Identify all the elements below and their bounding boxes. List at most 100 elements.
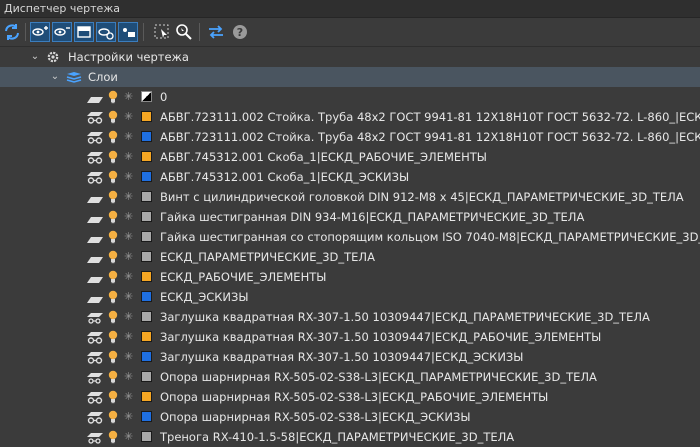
freeze-sun-icon[interactable]: ✳ <box>124 190 133 204</box>
layer-visibility-icon[interactable] <box>86 411 104 427</box>
freeze-sun-icon[interactable]: ✳ <box>124 130 133 144</box>
lightbulb-icon[interactable] <box>107 370 119 387</box>
layer-color-swatch[interactable] <box>141 331 152 342</box>
freeze-sun-icon[interactable]: ✳ <box>124 170 133 184</box>
layer-color-swatch[interactable] <box>141 131 152 142</box>
lightbulb-icon[interactable] <box>107 270 119 287</box>
freeze-layers-icon[interactable] <box>96 22 116 42</box>
layer-visibility-icon[interactable] <box>86 331 104 347</box>
lock-layers-icon[interactable] <box>74 22 94 42</box>
freeze-sun-icon[interactable]: ✳ <box>124 210 133 224</box>
layer-plane-icon[interactable] <box>86 272 104 287</box>
layer-row[interactable]: ✳ Винт с цилиндрической головкой DIN 912-… <box>0 187 700 207</box>
layer-visibility-icon[interactable] <box>86 151 104 167</box>
layer-color-swatch[interactable] <box>141 211 152 222</box>
lightbulb-icon[interactable] <box>107 250 119 267</box>
lightbulb-icon[interactable] <box>107 190 119 207</box>
layer-visibility-icon[interactable] <box>86 351 104 367</box>
lightbulb-icon[interactable] <box>107 230 119 247</box>
refresh-icon[interactable] <box>2 22 22 42</box>
layer-color-swatch[interactable] <box>141 391 152 402</box>
layer-color-swatch[interactable] <box>141 251 152 262</box>
layer-plane-icon[interactable] <box>86 92 104 107</box>
layer-row[interactable]: ✳ Гайка шестигранная DIN 934-M16|ЕСКД_ПАР… <box>0 207 700 227</box>
lightbulb-icon[interactable] <box>107 390 119 407</box>
layer-row[interactable]: ✳ ЕСКД_РАБОЧИЕ_ЭЛЕМЕНТЫ <box>0 267 700 287</box>
layer-row[interactable]: ✳ Опора шарнирная RX-505-02-S38-L3|ЕСКД_Р… <box>0 387 700 407</box>
freeze-sun-icon[interactable]: ✳ <box>124 370 133 384</box>
freeze-sun-icon[interactable]: ✳ <box>124 350 133 364</box>
layer-visibility-icon[interactable] <box>86 111 104 127</box>
freeze-sun-icon[interactable]: ✳ <box>124 90 133 104</box>
layer-color-swatch[interactable] <box>141 271 152 282</box>
show-layers-icon[interactable] <box>30 22 50 42</box>
layer-visibility-icon[interactable] <box>86 171 104 187</box>
layer-row[interactable]: ✳ ЕСКД_ПАРАМЕТРИЧЕСКИЕ_3D_ТЕЛА <box>0 247 700 267</box>
lightbulb-icon[interactable] <box>107 350 119 367</box>
swap-icon[interactable] <box>206 22 226 42</box>
freeze-sun-icon[interactable]: ✳ <box>124 330 133 344</box>
lightbulb-icon[interactable] <box>107 310 119 327</box>
freeze-sun-icon[interactable]: ✳ <box>124 410 133 424</box>
freeze-sun-icon[interactable]: ✳ <box>124 270 133 284</box>
layer-row[interactable]: ✳ Гайка шестигранная со стопорящим кольцо… <box>0 227 700 247</box>
lightbulb-icon[interactable] <box>107 90 119 107</box>
layer-row[interactable]: ✳ АБВГ.745312.001 Скоба_1|ЕСКД_ЭСКИЗЫ <box>0 167 700 187</box>
chevron-down-icon[interactable]: ⌄ <box>50 67 60 87</box>
freeze-sun-icon[interactable]: ✳ <box>124 390 133 404</box>
layer-color-swatch[interactable] <box>141 191 152 202</box>
layer-row[interactable]: ✳ Заглушка квадратная RX-307-1.50 1030944… <box>0 347 700 367</box>
layer-plane-icon[interactable] <box>86 232 104 247</box>
lightbulb-icon[interactable] <box>107 170 119 187</box>
tree-node-layers[interactable]: ⌄ Слои <box>0 67 700 87</box>
layer-row[interactable]: ✳ Заглушка квадратная RX-307-1.50 1030944… <box>0 307 700 327</box>
layer-row[interactable]: ✳ Тренога RX-410-1.5-58|ЕСКД_ПАРАМЕТРИЧЕС… <box>0 427 700 447</box>
layer-row[interactable]: ✳ Опора шарнирная RX-505-02-S38-L3|ЕСКД_П… <box>0 367 700 387</box>
layer-color-swatch[interactable] <box>141 231 152 242</box>
lightbulb-icon[interactable] <box>107 290 119 307</box>
lightbulb-icon[interactable] <box>107 410 119 427</box>
layer-visibility-icon[interactable] <box>86 391 104 407</box>
isolate-layers-icon[interactable] <box>118 22 138 42</box>
freeze-sun-icon[interactable]: ✳ <box>124 430 133 444</box>
layer-plane-icon[interactable] <box>86 192 104 207</box>
lightbulb-icon[interactable] <box>107 430 119 447</box>
layer-color-swatch[interactable] <box>141 91 152 102</box>
layer-row[interactable]: ✳ Заглушка квадратная RX-307-1.50 1030944… <box>0 327 700 347</box>
hide-layers-icon[interactable] <box>52 22 72 42</box>
layer-row[interactable]: ✳ Опора шарнирная RX-505-02-S38-L3|ЕСКД_Э… <box>0 407 700 427</box>
freeze-sun-icon[interactable]: ✳ <box>124 290 133 304</box>
tree-node-settings[interactable]: ⌄ Настройки чертежа <box>0 47 700 67</box>
layer-plane-icon[interactable] <box>86 252 104 267</box>
layer-row[interactable]: ✳ АБВГ.745312.001 Скоба_1|ЕСКД_РАБОЧИЕ_ЭЛ… <box>0 147 700 167</box>
layer-color-swatch[interactable] <box>141 311 152 322</box>
layer-visibility-icon[interactable] <box>86 431 104 447</box>
select-objects-icon[interactable] <box>152 22 172 42</box>
layer-plane-icon[interactable] <box>86 292 104 307</box>
layer-color-swatch[interactable] <box>141 171 152 182</box>
freeze-sun-icon[interactable]: ✳ <box>124 230 133 244</box>
help-icon[interactable]: ? <box>230 22 250 42</box>
lightbulb-icon[interactable] <box>107 110 119 127</box>
lightbulb-icon[interactable] <box>107 210 119 227</box>
layer-color-swatch[interactable] <box>141 151 152 162</box>
layer-row[interactable]: ✳ АБВГ.723111.002 Стойка. Труба 48х2 ГОСТ… <box>0 127 700 147</box>
lightbulb-icon[interactable] <box>107 150 119 167</box>
layer-color-swatch[interactable] <box>141 431 152 442</box>
layer-plane-icon[interactable] <box>86 212 104 227</box>
freeze-sun-icon[interactable]: ✳ <box>124 250 133 264</box>
layer-color-swatch[interactable] <box>141 111 152 122</box>
lightbulb-icon[interactable] <box>107 130 119 147</box>
freeze-sun-icon[interactable]: ✳ <box>124 310 133 324</box>
lightbulb-icon[interactable] <box>107 330 119 347</box>
layer-row[interactable]: ✳ ЕСКД_ЭСКИЗЫ <box>0 287 700 307</box>
zoom-to-objects-icon[interactable] <box>174 22 194 42</box>
layer-color-swatch[interactable] <box>141 371 152 382</box>
layer-color-swatch[interactable] <box>141 411 152 422</box>
freeze-sun-icon[interactable]: ✳ <box>124 150 133 164</box>
freeze-sun-icon[interactable]: ✳ <box>124 110 133 124</box>
layer-color-swatch[interactable] <box>141 291 152 302</box>
layer-row[interactable]: ✳ 0 <box>0 87 700 107</box>
layer-color-swatch[interactable] <box>141 351 152 362</box>
layer-visibility-icon[interactable] <box>86 371 104 387</box>
